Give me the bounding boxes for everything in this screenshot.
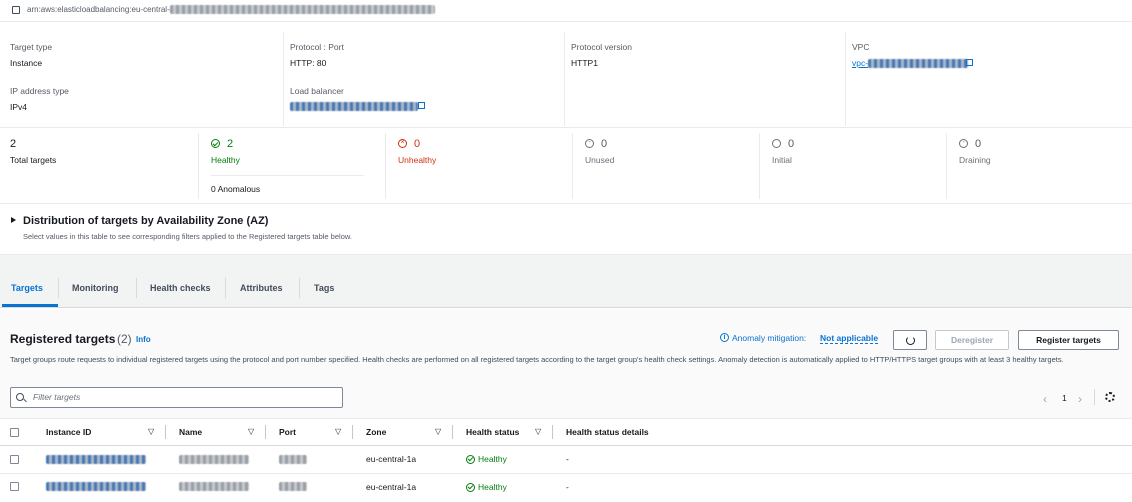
register-targets-button[interactable]: Register targets [1018, 330, 1119, 350]
info-link[interactable]: Info [136, 335, 151, 344]
protocol-port-value: HTTP: 80 [290, 58, 327, 68]
deregister-button[interactable]: Deregister [935, 330, 1009, 350]
target-type-label: Target type [10, 42, 53, 52]
health-details-cell: - [566, 454, 569, 464]
filter-input[interactable]: Filter targets [10, 387, 343, 408]
instance-name [179, 455, 249, 464]
anomaly-value[interactable]: Not applicable [820, 333, 879, 344]
tab-monitoring[interactable]: Monitoring [72, 283, 119, 293]
draining-count: 0 [975, 138, 982, 150]
row-checkbox[interactable] [10, 482, 19, 491]
col-zone[interactable]: Zone [366, 427, 386, 437]
protocol-version-label: Protocol version [571, 42, 632, 52]
external-link-icon [966, 59, 973, 66]
instance-id-link[interactable] [46, 455, 146, 464]
instance-port [279, 455, 307, 464]
anomaly-label: Anomaly mitigation: [732, 333, 807, 343]
col-health-details[interactable]: Health status details [566, 427, 649, 437]
initial-label[interactable]: Initial [772, 155, 792, 165]
tab-targets[interactable]: Targets [11, 283, 43, 293]
tab-health-checks[interactable]: Health checks [150, 283, 211, 293]
arn-text: arn:aws:elasticloadbalancing:eu-central-… [27, 5, 175, 14]
initial-count: 0 [788, 138, 795, 150]
registered-description: Target groups route requests to individu… [10, 355, 1064, 364]
az-description: Select values in this table to see corre… [23, 232, 352, 241]
prev-page-icon[interactable]: ‹ [1043, 392, 1047, 406]
tab-tags[interactable]: Tags [314, 283, 334, 293]
protocol-port-label: Protocol : Port [290, 42, 344, 52]
total-count: 2 [10, 138, 17, 150]
refresh-button[interactable] [893, 330, 927, 350]
az-section[interactable]: Distribution of targets by Availability … [0, 205, 1132, 253]
anomalous-count: 0 Anomalous [211, 184, 261, 194]
health-status-cell: Healthy [466, 482, 507, 492]
registered-count: (2) [117, 332, 132, 346]
sort-down-icon[interactable]: ▽ [535, 427, 541, 436]
az-title[interactable]: Distribution of targets by Availability … [23, 215, 268, 227]
target-stats: 2 Total targets 2 Healthy 0 Anomalous × … [0, 129, 1132, 204]
ip-type-value: IPv4 [10, 102, 28, 112]
select-all-checkbox[interactable] [10, 428, 19, 437]
draining-label[interactable]: Draining [959, 155, 991, 165]
row-checkbox[interactable] [10, 455, 19, 464]
zone-cell: eu-central-1a [366, 454, 417, 464]
refresh-icon [905, 335, 915, 345]
tab-active-indicator [2, 304, 58, 307]
tab-bar [0, 254, 1132, 308]
arn-bar: arn:aws:elasticloadbalancing:eu-central-… [0, 0, 1132, 22]
unhealthy-count: 0 [414, 138, 421, 150]
unused-count: 0 [601, 138, 608, 150]
col-name[interactable]: Name [179, 427, 202, 437]
unused-icon: - [585, 139, 594, 148]
external-link-icon [418, 102, 425, 109]
col-instance-id[interactable]: Instance ID [46, 427, 91, 437]
instance-port [279, 482, 307, 491]
ip-type-label: IP address type [10, 86, 69, 96]
arn-redacted [170, 5, 435, 14]
vpc-link[interactable] [868, 59, 968, 68]
page-number[interactable]: 1 [1062, 393, 1067, 403]
check-circle-icon [466, 482, 475, 492]
settings-gear-icon[interactable] [1105, 392, 1115, 402]
unhealthy-icon: × [398, 139, 407, 148]
healthy-label[interactable]: Healthy [211, 155, 240, 165]
health-details-cell: - [566, 482, 569, 492]
draining-icon: - [959, 139, 968, 148]
copy-icon[interactable] [12, 6, 20, 14]
filter-placeholder: Filter targets [33, 392, 81, 402]
sort-down-icon[interactable]: ▽ [148, 427, 154, 436]
target-type-value: Instance [10, 58, 43, 68]
healthy-count: 2 [227, 138, 234, 150]
caret-right-icon[interactable] [11, 217, 16, 223]
col-health-status[interactable]: Health status [466, 427, 519, 437]
health-status-cell: Healthy [466, 454, 507, 464]
load-balancer-link[interactable] [290, 102, 418, 111]
initial-icon [772, 139, 781, 148]
unhealthy-label[interactable]: Unhealthy [398, 155, 436, 165]
vpc-prefix[interactable]: vpc- [852, 58, 868, 68]
sort-down-icon[interactable]: ▽ [435, 427, 441, 436]
details-panel: Target type Instance IP address type IPv… [0, 30, 1132, 128]
instance-id-link[interactable] [46, 482, 146, 491]
vpc-label: VPC [852, 42, 870, 52]
next-page-icon[interactable]: › [1078, 392, 1082, 406]
info-icon: i [720, 333, 729, 342]
col-port[interactable]: Port [279, 427, 296, 437]
protocol-version-value: HTTP1 [571, 58, 598, 68]
total-label: Total targets [10, 155, 57, 165]
healthy-icon [211, 139, 220, 150]
tab-attributes[interactable]: Attributes [240, 283, 283, 293]
sort-down-icon[interactable]: ▽ [248, 427, 254, 436]
check-circle-icon [466, 454, 475, 464]
instance-name [179, 482, 249, 491]
zone-cell: eu-central-1a [366, 482, 417, 492]
unused-label[interactable]: Unused [585, 155, 614, 165]
sort-down-icon[interactable]: ▽ [335, 427, 341, 436]
load-balancer-label: Load balancer [290, 86, 344, 96]
registered-title: Registered targets [10, 332, 116, 346]
